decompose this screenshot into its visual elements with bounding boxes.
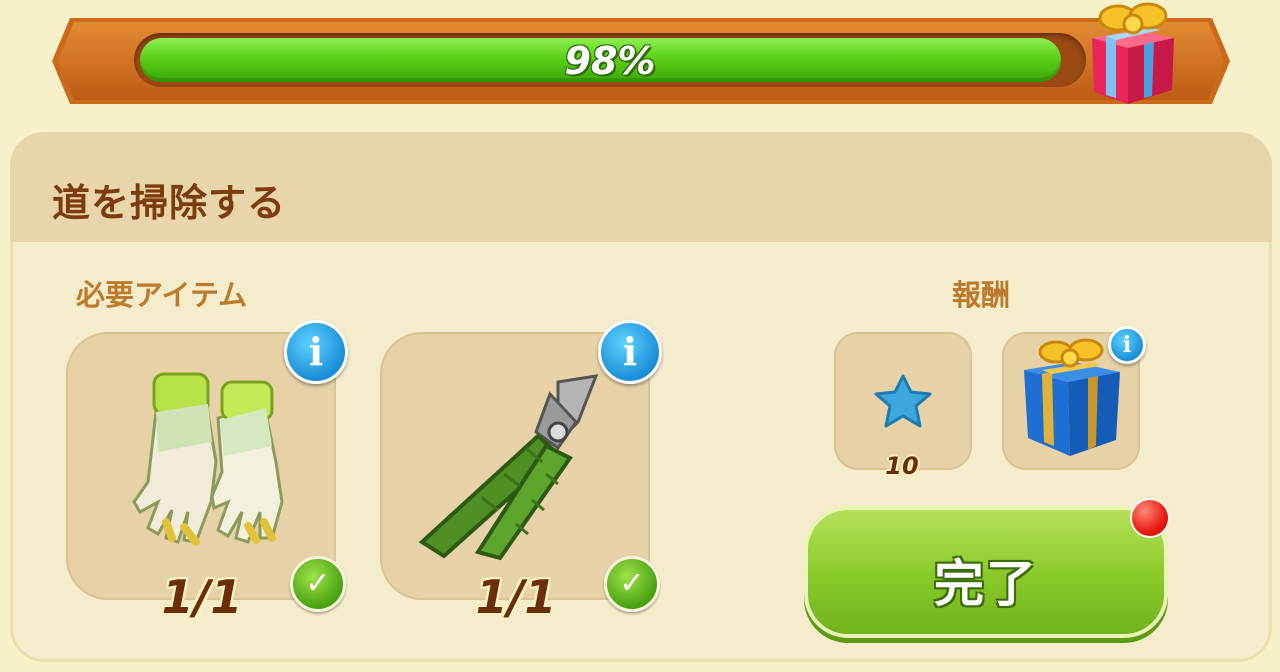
info-icon[interactable]: i <box>284 320 348 384</box>
progress-bar: 98% <box>134 33 1086 87</box>
complete-button-label: 完了 <box>934 555 1038 613</box>
info-icon[interactable]: i <box>1108 326 1146 364</box>
pruning-shears-icon <box>408 362 628 572</box>
check-icon: ✓ <box>604 556 660 612</box>
progress-percentage: 98% <box>564 39 656 83</box>
blue-star-icon <box>868 372 938 432</box>
required-items-label: 必要アイテム <box>76 278 248 312</box>
required-item-count: 1/1 <box>161 570 243 624</box>
task-title: 道を掃除する <box>52 181 287 225</box>
reward-stars-amount: 10 <box>885 452 919 480</box>
required-item-count: 1/1 <box>475 570 557 624</box>
required-item-gloves[interactable]: i <box>66 320 348 600</box>
rewards-label: 報酬 <box>952 278 1011 312</box>
required-item-pruning-shears[interactable]: i <box>380 320 662 600</box>
reward-stars[interactable] <box>834 332 972 470</box>
milestone-gift-icon[interactable] <box>1078 0 1188 110</box>
complete-button[interactable]: 完了 <box>808 510 1164 634</box>
gloves-icon <box>96 352 306 562</box>
info-icon[interactable]: i <box>598 320 662 384</box>
check-icon: ✓ <box>290 556 346 612</box>
reward-gift[interactable]: i <box>1002 326 1146 470</box>
notification-dot <box>1130 498 1170 538</box>
